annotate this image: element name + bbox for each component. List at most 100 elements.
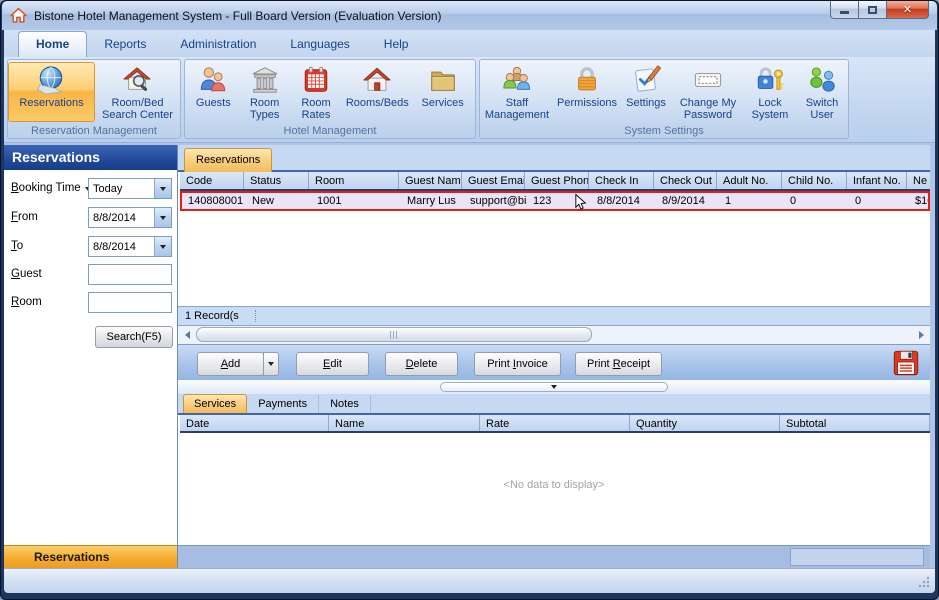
scrollbar-thumb[interactable]: [196, 327, 592, 342]
action-print-invoice-button[interactable]: Print Invoice: [474, 352, 561, 376]
detail-tab-payments[interactable]: Payments: [247, 395, 319, 413]
cell-guest-name: Marry Lus: [401, 193, 464, 209]
action-add-button[interactable]: Add: [197, 352, 264, 376]
ribbon-item-staff-management[interactable]: Staff Management: [480, 62, 554, 122]
to-dropdown-button[interactable]: [154, 237, 171, 256]
menu-tab-administration[interactable]: Administration: [163, 32, 273, 57]
app-window: Bistone Hotel Management System - Full B…: [0, 0, 939, 600]
ribbon-item-label: Permissions: [557, 97, 617, 109]
scroll-right-button[interactable]: [913, 327, 929, 343]
field-guest[interactable]: [88, 264, 172, 285]
ribbon-item-label: Services: [422, 97, 464, 109]
field-to[interactable]: 8/8/2014: [88, 236, 172, 257]
ribbon-item-label: Room/Bed Search Center: [96, 97, 179, 121]
cell-child-no: 0: [784, 193, 849, 209]
ribbon-item-label: Change My Password: [673, 97, 743, 121]
password-field-icon: [693, 65, 723, 95]
splitter-handle[interactable]: [440, 382, 668, 392]
action-button-band: Add Edit Delete Print Invoice Print Receipt: [178, 344, 930, 380]
tab-reservations[interactable]: Reservations: [184, 148, 272, 172]
ribbon-item-room-rates[interactable]: Room Rates: [293, 62, 339, 122]
window-title: Bistone Hotel Management System - Full B…: [34, 9, 442, 23]
ribbon-item-room-bed-search-center[interactable]: Room/Bed Search Center: [95, 62, 180, 122]
detail-tab-services[interactable]: Services: [183, 394, 247, 413]
minimize-button[interactable]: [830, 1, 859, 19]
scroll-left-icon: [185, 331, 190, 339]
menu-tab-help[interactable]: Help: [367, 32, 426, 57]
ribbon-item-label: Room Rates: [294, 97, 338, 121]
ribbon-item-change-my-password[interactable]: Change My Password: [672, 62, 744, 122]
padlock-icon: [572, 65, 602, 95]
column-header-guest-name[interactable]: Guest Name: [399, 172, 462, 189]
ribbon-item-services[interactable]: Services: [416, 62, 470, 122]
action-print-receipt-button[interactable]: Print Receipt: [575, 352, 662, 376]
detail-column-header-quantity[interactable]: Quantity: [630, 415, 780, 431]
ribbon-item-settings[interactable]: Settings: [620, 62, 672, 122]
from-dropdown-button[interactable]: [154, 208, 171, 227]
note-check-pencil-icon: [631, 65, 661, 95]
detail-table-body: <No data to display>: [178, 433, 930, 543]
ribbon-item-reservations[interactable]: Reservations: [8, 62, 95, 122]
title-bar: Bistone Hotel Management System - Full B…: [2, 1, 937, 30]
add-dropdown-button[interactable]: [263, 352, 279, 376]
resize-grip[interactable]: [917, 575, 931, 589]
booking-time-dropdown-button[interactable]: [154, 179, 171, 198]
column-header-guest-phone[interactable]: Guest Phone: [525, 172, 589, 189]
sidebar-nav-reservations[interactable]: Reservations: [4, 545, 177, 568]
cell-room: 1001: [311, 193, 401, 209]
lock-key-icon: [755, 65, 785, 95]
field-room[interactable]: [88, 292, 172, 313]
close-button[interactable]: ✕: [887, 1, 929, 19]
main-panel: Reservations CodeStatusRoomGuest NameGue…: [178, 145, 930, 568]
ribbon-group-system-settings: Staff ManagementPermissions Settings Chang…: [479, 59, 849, 139]
detail-column-header-date[interactable]: Date: [180, 415, 329, 431]
detail-column-header-name[interactable]: Name: [329, 415, 480, 431]
column-header-check-in[interactable]: Check In: [589, 172, 654, 189]
maximize-icon: [868, 6, 877, 14]
action-delete-button[interactable]: Delete: [385, 352, 458, 376]
action-edit-button[interactable]: Edit: [296, 352, 369, 376]
ribbon-group-hotel-management: Guests Room Types Room RatesRooms/Beds Serv…: [184, 59, 476, 139]
cell-guest-email: support@bis: [464, 193, 527, 209]
ribbon-item-rooms-beds[interactable]: Rooms/Beds: [344, 62, 410, 122]
ribbon-item-room-types[interactable]: Room Types: [242, 62, 288, 122]
detail-tab-notes[interactable]: Notes: [319, 395, 371, 413]
chevron-down-icon: [160, 245, 166, 249]
horizontal-scrollbar[interactable]: [178, 326, 930, 344]
column-header-check-out[interactable]: Check Out: [654, 172, 717, 189]
column-header-ne[interactable]: Ne: [907, 172, 930, 189]
reservations-table-header: CodeStatusRoomGuest NameGuest EmailGuest…: [180, 172, 930, 191]
column-header-status[interactable]: Status: [244, 172, 309, 189]
window-controls: ✕: [830, 1, 929, 19]
ribbon-item-label: Room Types: [243, 97, 287, 121]
column-header-infant-no[interactable]: Infant No.: [847, 172, 907, 189]
reservation-row-selected[interactable]: 140808001New1001Marry Lussupport@bis1238…: [180, 191, 930, 211]
field-from[interactable]: 8/8/2014: [88, 207, 172, 228]
house-search-icon: [122, 65, 152, 95]
column-header-room[interactable]: Room: [309, 172, 399, 189]
column-header-code[interactable]: Code: [180, 172, 244, 189]
menu-tab-languages[interactable]: Languages: [273, 32, 366, 57]
ribbon-item-switch-user[interactable]: Switch User: [796, 62, 848, 122]
ribbon-item-guests[interactable]: Guests: [190, 62, 236, 122]
column-header-child-no[interactable]: Child No.: [782, 172, 847, 189]
save-floppy-icon[interactable]: [891, 348, 921, 378]
field-booking-time[interactable]: Today: [88, 178, 172, 199]
detail-column-header-subtotal[interactable]: Subtotal: [780, 415, 930, 431]
field-label-from: From: [11, 211, 38, 223]
ribbon-item-lock-system[interactable]: Lock System: [744, 62, 796, 122]
splitter-row: [178, 380, 930, 394]
menu-tab-home[interactable]: Home: [18, 31, 87, 57]
ribbon: ReservationsRoom/Bed Search CenterReserv…: [4, 57, 935, 143]
menu-tab-reports[interactable]: Reports: [87, 32, 163, 57]
cell-adult-no: 1: [719, 193, 784, 209]
column-header-guest-email[interactable]: Guest Email: [462, 172, 525, 189]
ribbon-item-permissions[interactable]: Permissions: [554, 62, 620, 122]
search-button[interactable]: Search(F5): [95, 326, 173, 348]
column-header-adult-no[interactable]: Adult No.: [717, 172, 782, 189]
detail-column-header-rate[interactable]: Rate: [480, 415, 630, 431]
maximize-button[interactable]: [859, 1, 887, 19]
ribbon-item-label: Settings: [626, 97, 666, 109]
scroll-left-button[interactable]: [179, 327, 195, 343]
detail-tab-strip: ServicesPaymentsNotes: [178, 394, 930, 415]
